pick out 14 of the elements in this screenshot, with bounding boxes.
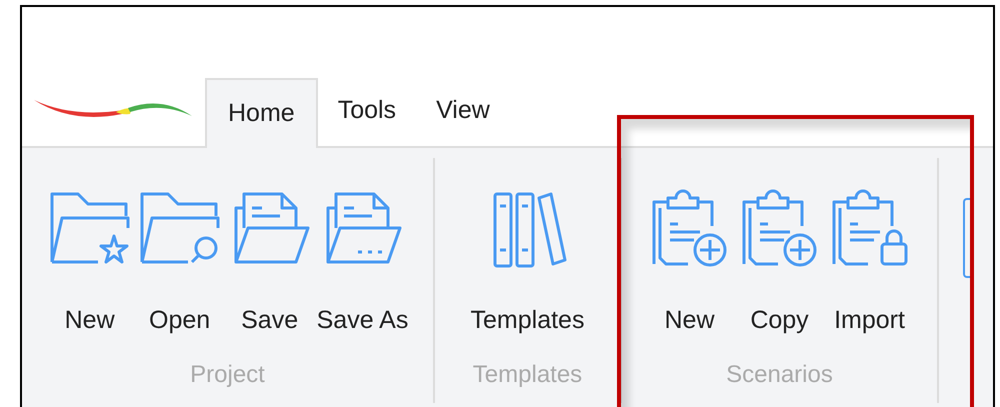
ribbon-button[interactable]: New	[646, 188, 734, 333]
ribbon-button[interactable]: Save	[226, 188, 314, 333]
ribbon-button[interactable]: Copy	[736, 188, 824, 333]
group-label: Project	[190, 363, 265, 387]
ribbon-button[interactable]: New	[46, 188, 134, 333]
ribbon-tab[interactable]: Home	[205, 78, 318, 148]
ribbon-button[interactable]: Templates	[470, 188, 586, 333]
ribbon-button[interactable]: Import	[826, 188, 914, 333]
ribbon-tab[interactable]: View	[416, 76, 510, 146]
group-label: Scenarios	[726, 363, 833, 387]
ribbon-button[interactable]: Open	[136, 188, 224, 333]
group-label: Templates	[472, 363, 582, 387]
ribbon-tab[interactable]: Tools	[318, 76, 416, 146]
ribbon-button[interactable]: Save As	[316, 188, 410, 333]
